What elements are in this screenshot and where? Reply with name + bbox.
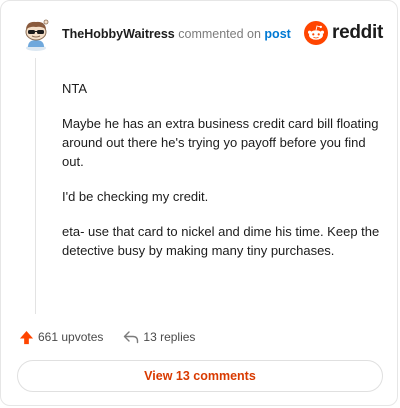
username-link[interactable]: TheHobbyWaitress (62, 27, 175, 41)
reddit-snoo-logo-icon (304, 21, 329, 45)
reddit-logo[interactable]: reddit (304, 21, 383, 45)
thread-line (35, 58, 36, 314)
comment-actions: 661 upvotes 13 replies (19, 327, 195, 347)
post-link[interactable]: post (264, 27, 290, 41)
comment-body: NTA Maybe he has an extra business credi… (62, 79, 382, 276)
comment-paragraph: eta- use that card to nickel and dime hi… (62, 224, 380, 258)
upvote-button[interactable]: 661 upvotes (19, 330, 103, 345)
reply-arrow-icon (124, 331, 139, 344)
user-avatar[interactable] (19, 17, 53, 51)
upvote-arrow-icon (19, 330, 34, 344)
reddit-wordmark: reddit (332, 22, 383, 43)
view-comments-button[interactable]: View 13 comments (17, 360, 383, 392)
comment-header: TheHobbyWaitress commented on post reddi… (19, 17, 383, 57)
upvote-count: 661 upvotes (38, 330, 104, 344)
comment-paragraph: I'd be checking my credit. (62, 189, 209, 204)
byline: TheHobbyWaitress commented on post (62, 27, 291, 41)
byline-action-text: commented on (178, 27, 261, 41)
replies-button[interactable]: 13 replies (123, 330, 195, 344)
comment-paragraph: Maybe he has an extra business credit ca… (62, 116, 379, 169)
snoo-avatar-icon (25, 19, 49, 51)
comment-embed-card: TheHobbyWaitress commented on post reddi… (0, 0, 398, 406)
replies-count: 13 replies (143, 330, 196, 344)
comment-paragraph: NTA (62, 81, 88, 96)
